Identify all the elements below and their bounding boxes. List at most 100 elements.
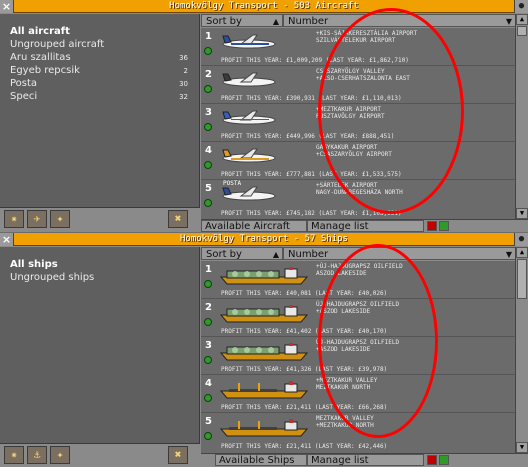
status-icon bbox=[204, 161, 212, 169]
status-icon bbox=[204, 318, 212, 326]
tanker-ship-icon bbox=[219, 267, 309, 285]
group-label: All aircraft bbox=[10, 26, 70, 37]
group-label: Posta bbox=[10, 78, 38, 89]
ships-window: × Homokvölgy Transport - 57 Ships ● All … bbox=[0, 233, 528, 467]
vehicle-profit: PROFIT THIS YEAR: £21,411 (LAST YEAR: £4… bbox=[221, 443, 388, 450]
cargo-ship-icon bbox=[219, 381, 309, 399]
close-icon[interactable]: × bbox=[0, 0, 14, 13]
vehicle-number: 1 bbox=[205, 264, 212, 275]
rename-group-icon[interactable]: ⚓ bbox=[27, 446, 47, 464]
group-all-ships[interactable]: All ships bbox=[0, 259, 200, 271]
group-speci[interactable]: Speci 32 bbox=[0, 91, 200, 103]
group-count: 32 bbox=[179, 93, 188, 101]
vehicle-number: 1 bbox=[205, 31, 212, 42]
aircraft-group-buttons: ✷ ✈ ✦ ✖ bbox=[0, 207, 200, 229]
scroll-up-icon[interactable]: ▲ bbox=[516, 14, 528, 25]
status-icon bbox=[204, 47, 212, 55]
airliner-icon bbox=[222, 72, 276, 87]
annotation-circle bbox=[318, 244, 438, 438]
sort-by-button[interactable]: Sort by ▲ bbox=[201, 247, 283, 260]
aircraft-scrollbar[interactable]: ▲ ▼ bbox=[515, 14, 528, 219]
start-all-icon[interactable] bbox=[439, 455, 449, 465]
scroll-up-icon[interactable]: ▲ bbox=[516, 247, 528, 258]
vehicle-number: 4 bbox=[205, 378, 212, 389]
group-egyeb-repcsik[interactable]: Egyeb repcsik 2 bbox=[0, 65, 200, 77]
group-ungrouped-aircraft[interactable]: Ungrouped aircraft bbox=[0, 39, 200, 51]
replace-vehicles-icon[interactable]: ✦ bbox=[50, 210, 70, 228]
ships-group-buttons: ✷ ⚓ ✦ ✖ bbox=[0, 443, 200, 465]
aircraft-titlebar[interactable]: × Homokvölgy Transport - 503 Aircraft ● bbox=[0, 0, 528, 13]
sort-order-icon: ▲ bbox=[272, 17, 279, 26]
ships-scrollbar[interactable]: ▲ ▼ bbox=[515, 247, 528, 453]
aircraft-bottom-bar: Available Aircraft Manage list bbox=[201, 219, 528, 232]
group-ungrouped-ships[interactable]: Ungrouped ships bbox=[0, 272, 200, 284]
tanker-ship-icon bbox=[219, 305, 309, 323]
replace-vehicles-icon[interactable]: ✦ bbox=[50, 446, 70, 464]
cargo-ship-icon bbox=[219, 419, 309, 437]
airliner-icon bbox=[222, 148, 276, 163]
airliner-icon bbox=[222, 34, 276, 49]
available-ships-button[interactable]: Available Ships bbox=[215, 454, 307, 466]
stop-all-icon[interactable] bbox=[427, 455, 437, 465]
sort-order-icon: ▲ bbox=[272, 250, 279, 259]
manage-list-dropdown[interactable]: Manage list bbox=[307, 454, 424, 466]
group-label: Aru szallitas bbox=[10, 52, 71, 63]
group-all-aircraft[interactable]: All aircraft bbox=[0, 26, 200, 38]
vehicle-number: 4 bbox=[205, 145, 212, 156]
scroll-thumb[interactable] bbox=[517, 26, 527, 36]
pin-icon[interactable]: ● bbox=[514, 233, 528, 246]
vehicle-number: 3 bbox=[205, 340, 212, 351]
available-aircraft-button[interactable]: Available Aircraft bbox=[201, 220, 307, 232]
ships-window-title: Homokvölgy Transport - 57 Ships bbox=[180, 234, 348, 244]
airliner-icon bbox=[222, 110, 276, 125]
aircraft-group-list: All aircraft Ungrouped aircraft Aru szal… bbox=[0, 14, 200, 207]
group-count: 30 bbox=[179, 80, 188, 88]
group-label: Egyeb repcsik bbox=[10, 65, 80, 76]
sort-by-button[interactable]: Sort by ▲ bbox=[201, 14, 283, 27]
vehicle-number: 2 bbox=[205, 69, 212, 80]
group-aru-szallitas[interactable]: Aru szallitas 36 bbox=[0, 52, 200, 64]
sort-field-label: Number bbox=[288, 249, 329, 260]
group-posta[interactable]: Posta 30 bbox=[0, 78, 200, 90]
ships-titlebar[interactable]: × Homokvölgy Transport - 57 Ships ● bbox=[0, 233, 528, 246]
group-count: 36 bbox=[179, 54, 188, 62]
chevron-down-icon: ▼ bbox=[505, 250, 512, 259]
sort-field-label: Number bbox=[288, 16, 329, 27]
status-icon bbox=[204, 394, 212, 402]
group-count: 2 bbox=[183, 67, 188, 75]
annotation-circle bbox=[318, 8, 464, 214]
vehicle-number: 2 bbox=[205, 302, 212, 313]
aircraft-window-title: Homokvölgy Transport - 503 Aircraft bbox=[169, 1, 359, 11]
close-icon[interactable]: × bbox=[0, 233, 14, 246]
group-label: Ungrouped ships bbox=[10, 272, 95, 283]
group-label: All ships bbox=[10, 259, 58, 270]
status-icon bbox=[204, 123, 212, 131]
ships-group-list: All ships Ungrouped ships bbox=[0, 247, 200, 443]
sort-by-label: Sort by bbox=[206, 16, 242, 27]
sort-by-label: Sort by bbox=[206, 249, 242, 260]
group-label: Speci bbox=[10, 91, 38, 102]
airliner-icon bbox=[222, 186, 276, 201]
stop-all-icon[interactable] bbox=[427, 221, 437, 231]
delete-group-icon[interactable]: ✖ bbox=[168, 446, 188, 464]
create-group-icon[interactable]: ✷ bbox=[4, 446, 24, 464]
pin-icon[interactable]: ● bbox=[514, 0, 528, 13]
vehicle-number: 3 bbox=[205, 107, 212, 118]
status-icon bbox=[204, 85, 212, 93]
status-icon bbox=[204, 199, 212, 207]
status-icon bbox=[204, 280, 212, 288]
chevron-down-icon: ▼ bbox=[505, 17, 512, 26]
ships-bottom-bar: Available Ships Manage list bbox=[201, 453, 528, 466]
tanker-ship-icon bbox=[219, 343, 309, 361]
start-all-icon[interactable] bbox=[439, 221, 449, 231]
manage-list-dropdown[interactable]: Manage list bbox=[307, 220, 424, 232]
scroll-down-icon[interactable]: ▼ bbox=[516, 442, 528, 453]
create-group-icon[interactable]: ✷ bbox=[4, 210, 24, 228]
scroll-down-icon[interactable]: ▼ bbox=[516, 208, 528, 219]
status-icon bbox=[204, 432, 212, 440]
vehicle-number: 5 bbox=[205, 416, 212, 427]
rename-group-icon[interactable]: ✈ bbox=[27, 210, 47, 228]
scroll-thumb[interactable] bbox=[517, 259, 527, 299]
vehicle-number: 5 bbox=[205, 183, 212, 194]
delete-group-icon[interactable]: ✖ bbox=[168, 210, 188, 228]
